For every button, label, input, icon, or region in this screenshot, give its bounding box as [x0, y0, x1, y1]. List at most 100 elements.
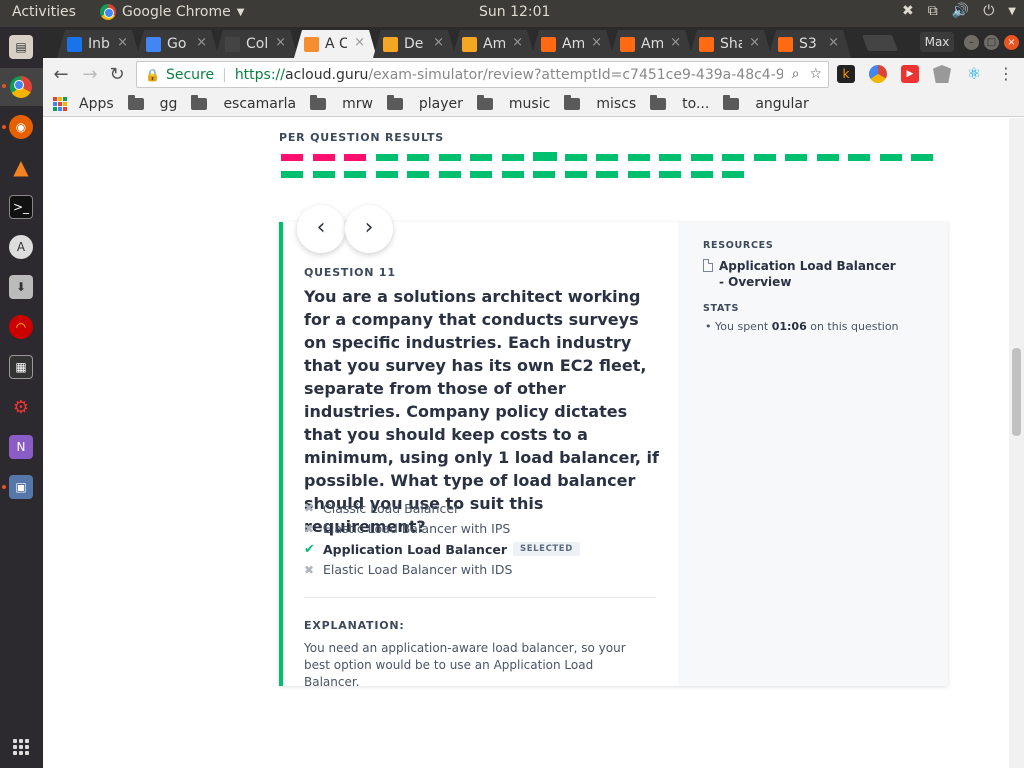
question-result-bar[interactable] [848, 154, 870, 161]
question-result-bar[interactable] [312, 171, 335, 178]
question-result-bar[interactable] [501, 171, 524, 178]
headphones-icon[interactable]: ◠ [9, 315, 33, 339]
question-result-bar[interactable] [470, 154, 492, 161]
activities-button[interactable]: Activities [12, 4, 76, 20]
terminal-icon[interactable]: >_ [9, 195, 33, 219]
question-result-bar[interactable] [627, 171, 650, 178]
tab-close-icon[interactable]: × [354, 35, 365, 50]
profile-button[interactable]: Max [920, 32, 954, 52]
pie-extension-icon[interactable] [869, 65, 887, 83]
question-result-bar[interactable] [281, 154, 303, 161]
browser-tab[interactable]: Am × [531, 30, 614, 58]
files-icon[interactable]: ▤ [9, 35, 33, 59]
question-result-bar[interactable] [470, 171, 492, 178]
back-arrow-icon[interactable]: ← [50, 64, 72, 86]
browser-tab[interactable]: S3 × [768, 30, 851, 58]
question-result-bar[interactable] [564, 171, 587, 178]
video-editor-icon[interactable]: ▦ [9, 355, 33, 379]
power-icon[interactable]: ⏻ [983, 3, 994, 19]
minimize-icon[interactable]: – [964, 35, 979, 50]
question-result-bar[interactable] [659, 154, 681, 161]
tab-close-icon[interactable]: × [749, 35, 760, 50]
software-center-icon[interactable]: A [9, 235, 33, 259]
question-result-bar[interactable] [533, 152, 557, 161]
question-result-bar[interactable] [879, 154, 902, 161]
browser-tab[interactable]: Go × [136, 30, 219, 58]
chrome-launcher-icon[interactable] [9, 75, 33, 99]
n-app-icon[interactable]: N [9, 435, 33, 459]
tab-close-icon[interactable]: × [275, 35, 286, 50]
browser-tab[interactable]: A C × [294, 30, 377, 58]
tab-close-icon[interactable]: × [196, 35, 207, 50]
image-viewer-icon[interactable]: ▣ [9, 475, 33, 499]
bookmark-folder[interactable]: angular [723, 94, 809, 112]
question-result-bar[interactable] [690, 171, 713, 178]
question-result-bar[interactable] [816, 154, 839, 161]
question-result-bar[interactable] [564, 154, 587, 161]
question-result-bar[interactable] [753, 154, 776, 161]
next-question-button[interactable]: › [345, 205, 393, 253]
question-result-bar[interactable] [312, 154, 335, 161]
question-result-bar[interactable] [407, 154, 429, 161]
question-result-bar[interactable] [344, 171, 366, 178]
network-icon[interactable]: ⧉ [928, 3, 938, 19]
question-result-bar[interactable] [438, 154, 461, 161]
question-result-bar[interactable] [690, 154, 713, 161]
youtube-extension-icon[interactable]: ▶ [901, 65, 919, 83]
system-tray[interactable]: ✖ ⧉ 🔊 ⏻ ▼ [902, 3, 1016, 19]
question-result-bar[interactable] [722, 171, 744, 178]
question-result-bar[interactable] [375, 154, 398, 161]
close-window-icon[interactable]: × [1004, 35, 1019, 50]
tab-close-icon[interactable]: × [117, 35, 128, 50]
k-extension-icon[interactable]: k [837, 65, 855, 83]
question-result-bar[interactable] [438, 171, 461, 178]
bookmark-folder[interactable]: music [476, 94, 550, 112]
search-icon[interactable]: ⌕ [792, 66, 800, 82]
previous-question-button[interactable]: ‹ [297, 205, 345, 253]
question-result-bar[interactable] [596, 171, 618, 178]
question-result-bar[interactable] [911, 154, 933, 161]
question-result-bar[interactable] [627, 154, 650, 161]
tab-close-icon[interactable]: × [433, 35, 444, 50]
browser-tab[interactable]: Inb × [57, 30, 140, 58]
question-result-bar[interactable] [501, 154, 524, 161]
shield-extension-icon[interactable] [933, 65, 951, 83]
forward-arrow-icon[interactable]: → [79, 64, 101, 86]
firefox-icon[interactable]: ◉ [9, 115, 33, 139]
browser-tab[interactable]: Col × [215, 30, 298, 58]
bookmark-folder[interactable]: player [386, 94, 463, 112]
volume-icon[interactable]: 🔊 [952, 3, 969, 19]
maximize-icon[interactable]: □ [984, 35, 999, 50]
bookmark-folder[interactable]: miscs [564, 94, 636, 112]
browser-tab[interactable]: Am × [452, 30, 535, 58]
menu-icon[interactable]: ⋮ [997, 65, 1015, 83]
question-result-bar[interactable] [281, 171, 303, 178]
tab-close-icon[interactable]: × [670, 35, 681, 50]
scrollbar-thumb[interactable] [1012, 348, 1021, 436]
tab-close-icon[interactable]: × [828, 35, 839, 50]
question-result-bar[interactable] [407, 171, 429, 178]
star-icon[interactable]: ☆ [809, 66, 822, 82]
react-extension-icon[interactable]: ⚛ [965, 65, 983, 83]
chevron-down-icon[interactable]: ▼ [1008, 6, 1016, 17]
apps-bookmark[interactable]: Apps [43, 96, 114, 112]
bookmark-folder[interactable]: gg [127, 94, 177, 112]
browser-tab[interactable]: De × [373, 30, 456, 58]
url-text[interactable]: https://acloud.guru/exam-simulator/revie… [235, 67, 783, 83]
app-menu[interactable]: Google Chrome ▼ [100, 4, 244, 20]
question-result-bar[interactable] [375, 171, 398, 178]
question-result-bar[interactable] [344, 154, 366, 161]
address-bar[interactable]: 🔒 Secure | https://acloud.guru/exam-simu… [136, 61, 829, 88]
tab-close-icon[interactable]: × [512, 35, 523, 50]
resource-link-label[interactable]: Application Load Balancer - Overview [719, 258, 903, 290]
new-tab-button[interactable] [862, 35, 898, 51]
question-result-bar[interactable] [659, 171, 681, 178]
reload-icon[interactable]: ↻ [106, 64, 128, 86]
vlc-icon[interactable]: ▲ [9, 155, 33, 179]
tab-close-icon[interactable]: × [591, 35, 602, 50]
browser-tab[interactable]: Am × [610, 30, 693, 58]
bookmark-folder[interactable]: to... [650, 94, 709, 112]
show-apps-icon[interactable] [13, 739, 29, 755]
clock[interactable]: Sun 12:01 [479, 4, 550, 20]
download-icon[interactable]: ⬇ [9, 275, 33, 299]
